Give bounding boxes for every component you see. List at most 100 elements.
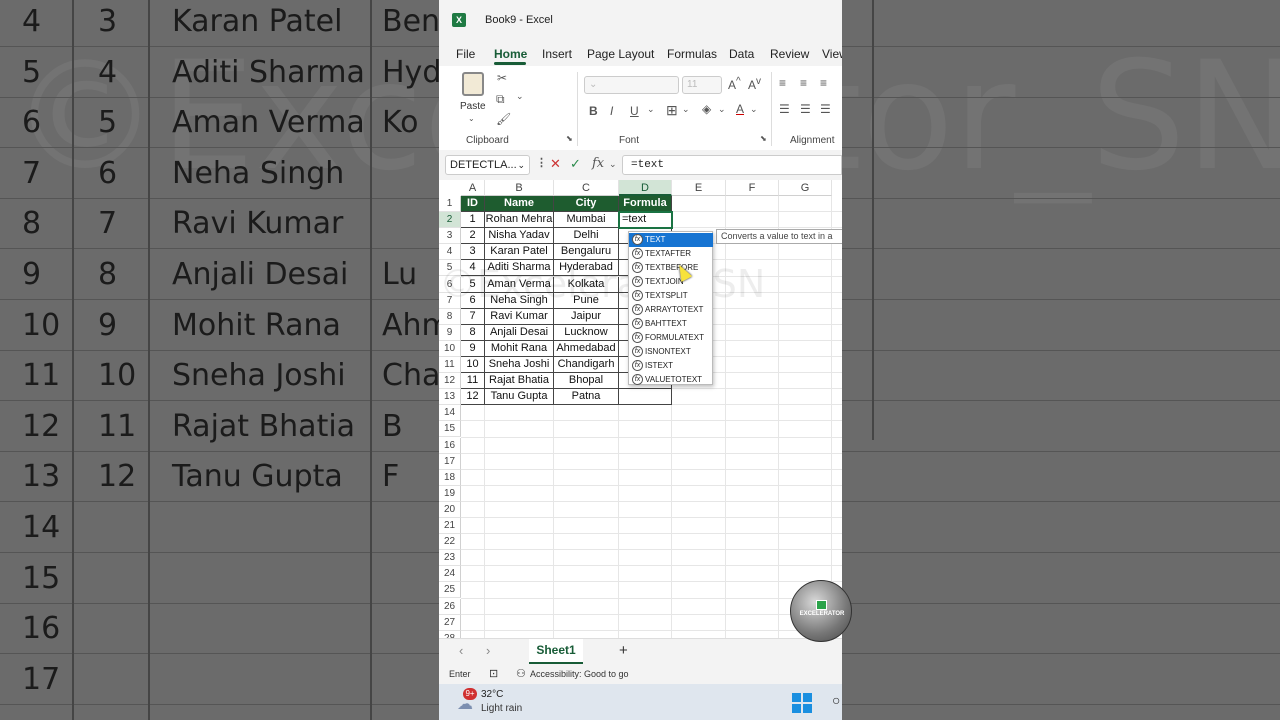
row-header[interactable]: 10 (439, 340, 461, 357)
align-left-icon[interactable]: ☰ (779, 102, 790, 116)
name-box-dropdown-icon[interactable]: ⌄ (517, 156, 525, 174)
row-header[interactable]: 27 (439, 614, 461, 631)
column-header-d[interactable]: D (619, 180, 672, 196)
row-header[interactable]: 21 (439, 518, 461, 534)
paste-button[interactable]: Paste (460, 101, 486, 112)
autocomplete-item[interactable]: fx ARRAYTOTEXT (629, 303, 713, 317)
autocomplete-item[interactable]: fx VALUETOTEXT (629, 373, 713, 387)
row-header[interactable]: 2 (439, 212, 461, 229)
table-cell[interactable]: 3 (461, 244, 485, 261)
clipboard-launcher-icon[interactable]: ⬊ (566, 134, 573, 143)
increase-font-icon[interactable]: A^ (728, 76, 741, 92)
autocomplete-item[interactable]: fx FORMULATEXT (629, 331, 713, 345)
table-cell[interactable] (619, 389, 672, 406)
row-header[interactable]: 1 (439, 196, 461, 212)
table-cell[interactable]: Chandigarh (554, 357, 619, 373)
windows-start-icon[interactable] (792, 693, 812, 713)
borders-icon[interactable]: ⊞ (666, 102, 678, 119)
table-cell[interactable]: Patna (554, 389, 619, 406)
table-header-cell[interactable]: Formula (619, 196, 672, 212)
table-cell[interactable]: 1 (461, 212, 485, 229)
tab-file[interactable]: File (456, 47, 475, 61)
row-header[interactable]: 12 (439, 373, 461, 390)
autocomplete-item[interactable]: fx ISTEXT (629, 359, 713, 373)
next-sheet-icon[interactable]: › (486, 643, 490, 658)
row-header[interactable]: 18 (439, 469, 461, 486)
table-cell[interactable]: Karan Patel (485, 244, 554, 261)
table-cell[interactable]: Mumbai (554, 212, 619, 229)
macro-record-icon[interactable]: ⊡ (489, 667, 498, 680)
table-cell[interactable]: 9 (461, 340, 485, 357)
enter-icon[interactable]: ✓ (570, 156, 581, 172)
tab-review[interactable]: Review (770, 47, 809, 61)
table-cell[interactable]: Tanu Gupta (485, 389, 554, 406)
table-cell[interactable]: Mohit Rana (485, 340, 554, 357)
tab-formulas[interactable]: Formulas (667, 47, 717, 61)
tab-insert[interactable]: Insert (542, 47, 572, 61)
table-cell[interactable]: Bhopal (554, 373, 619, 390)
row-header[interactable]: 14 (439, 405, 461, 422)
row-header[interactable]: 26 (439, 598, 461, 615)
prev-sheet-icon[interactable]: ‹ (459, 643, 463, 658)
row-header[interactable]: 20 (439, 501, 461, 518)
row-header[interactable]: 4 (439, 244, 461, 261)
table-cell[interactable]: Rohan Mehra (485, 212, 554, 229)
row-header[interactable]: 15 (439, 421, 461, 438)
table-cell[interactable]: 12 (461, 389, 485, 406)
row-header[interactable]: 25 (439, 582, 461, 599)
autocomplete-item[interactable]: fx TEXTBEFORE (629, 261, 713, 275)
column-header-g[interactable]: G (779, 180, 832, 196)
column-header-f[interactable]: F (726, 180, 779, 196)
align-right-icon[interactable]: ☰ (820, 102, 831, 116)
table-cell[interactable]: Ravi Kumar (485, 308, 554, 325)
font-color-icon[interactable]: A (736, 102, 744, 116)
table-cell[interactable]: Delhi (554, 228, 619, 245)
row-header[interactable]: 19 (439, 485, 461, 502)
autocomplete-item[interactable]: fx TEXTJOIN (629, 275, 713, 289)
row-header[interactable]: 17 (439, 453, 461, 470)
align-center-icon[interactable]: ☰ (800, 102, 811, 116)
row-header[interactable]: 3 (439, 228, 461, 245)
row-header[interactable]: 22 (439, 534, 461, 551)
tab-home[interactable]: Home (494, 47, 527, 61)
formula-input[interactable]: =text (622, 155, 842, 175)
font-launcher-icon[interactable]: ⬊ (760, 134, 767, 143)
tab-page-layout[interactable]: Page Layout (587, 47, 654, 61)
decrease-font-icon[interactable]: Av (748, 76, 761, 92)
align-top-icon[interactable]: ≡ (779, 76, 786, 90)
fill-color-icon[interactable]: ◈ (702, 102, 711, 116)
copy-dropdown-icon[interactable]: ⌄ (516, 91, 524, 102)
italic-icon[interactable]: I (610, 104, 613, 118)
bold-icon[interactable]: B (589, 104, 598, 118)
underline-dropdown-icon[interactable]: ⌄ (647, 104, 655, 115)
table-cell[interactable]: Rajat Bhatia (485, 373, 554, 390)
fx-dropdown-icon[interactable]: ⌄ (609, 159, 617, 170)
table-cell[interactable]: Ahmedabad (554, 340, 619, 357)
paste-icon[interactable] (462, 72, 484, 96)
align-bottom-icon[interactable]: ≡ (820, 76, 827, 90)
autocomplete-item[interactable]: fx TEXTSPLIT (629, 289, 713, 303)
table-cell[interactable]: 7 (461, 308, 485, 325)
underline-icon[interactable]: U (630, 104, 639, 118)
table-cell[interactable]: Lucknow (554, 324, 619, 341)
copy-icon[interactable]: ⧉ (496, 92, 505, 107)
table-cell[interactable]: 2 (461, 228, 485, 245)
accessibility-status[interactable]: Accessibility: Good to go (530, 669, 629, 679)
table-header-cell[interactable]: ID (461, 196, 485, 212)
cut-icon[interactable]: ✂ (497, 71, 507, 85)
add-sheet-button[interactable]: + (619, 642, 628, 659)
row-header[interactable]: 8 (439, 308, 461, 325)
row-header[interactable]: 28 (439, 630, 461, 638)
borders-dropdown-icon[interactable]: ⌄ (682, 104, 690, 115)
font-color-dropdown-icon[interactable]: ⌄ (750, 104, 758, 115)
search-icon[interactable]: ○ (832, 692, 840, 708)
autocomplete-item[interactable]: fx TEXT (629, 233, 713, 247)
row-header[interactable]: 16 (439, 437, 461, 454)
tab-data[interactable]: Data (729, 47, 754, 61)
column-header-e[interactable]: E (672, 180, 726, 196)
table-cell[interactable]: Nisha Yadav (485, 228, 554, 245)
font-name-box[interactable]: ⌄ (584, 76, 679, 94)
name-box[interactable]: DETECTLA... ⌄ (445, 155, 530, 175)
fill-dropdown-icon[interactable]: ⌄ (718, 104, 726, 115)
row-header[interactable]: 13 (439, 389, 461, 406)
